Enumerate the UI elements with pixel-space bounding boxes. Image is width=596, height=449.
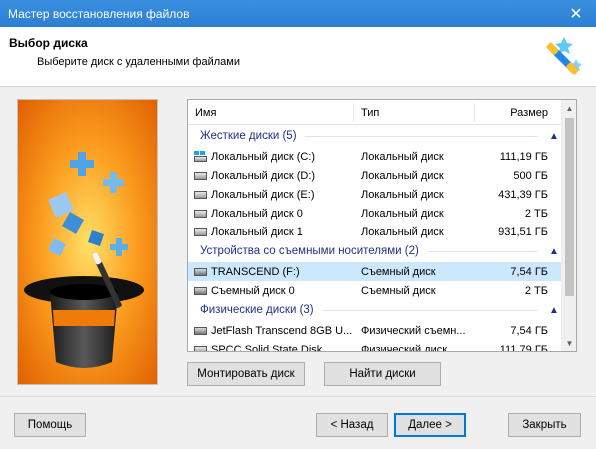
wizard-header: Выбор диска Выберите диск с удаленными ф… [0, 27, 596, 87]
disk-size: 7,54 ГБ [510, 265, 548, 278]
disk-name: Съемный диск 0 [211, 284, 295, 297]
group-label: Жесткие диски (5) [200, 130, 297, 142]
list-item-selected[interactable]: TRANSCEND (F:) Съемный диск 7,54 ГБ [188, 262, 562, 281]
column-name[interactable]: Имя [195, 100, 216, 125]
disk-size: 431,39 ГБ [498, 188, 548, 201]
disk-name: Локальный диск (C:) [211, 150, 316, 163]
list-item[interactable]: JetFlash Transcend 8GB U... Физический с… [188, 321, 562, 340]
disk-type: Локальный диск [361, 225, 444, 238]
disk-type: Локальный диск [361, 169, 444, 182]
back-button[interactable]: < Назад [316, 413, 388, 437]
group-divider [304, 135, 538, 137]
hard-drive-icon [194, 227, 207, 236]
list-item[interactable]: Локальный диск 1 Локальный диск 931,51 Г… [188, 222, 562, 241]
disk-size: 2 ТБ [524, 207, 548, 220]
list-item[interactable]: Локальный диск (D:) Локальный диск 500 Г… [188, 166, 562, 185]
scroll-down-icon[interactable]: ▼ [562, 335, 576, 351]
list-item[interactable]: Локальный диск (E:) Локальный диск 431,3… [188, 185, 562, 204]
disk-size: 111,19 ГБ [499, 150, 548, 163]
hard-drive-icon [194, 171, 207, 180]
chevron-up-icon[interactable]: ▲ [546, 131, 562, 142]
group-divider [321, 309, 538, 311]
list-item[interactable]: SPCC Solid State Disk Физический диск 11… [188, 340, 562, 352]
disk-name: Локальный диск (D:) [211, 169, 316, 182]
disk-size: 7,54 ГБ [510, 324, 548, 337]
column-separator [353, 103, 354, 122]
disk-type: Локальный диск [361, 207, 444, 220]
list-item[interactable]: Локальный диск 0 Локальный диск 2 ТБ [188, 204, 562, 223]
help-button[interactable]: Помощь [14, 413, 86, 437]
disk-type: Физический диск [361, 343, 448, 352]
disk-type: Локальный диск [361, 188, 444, 201]
disk-type: Съемный диск [361, 265, 436, 278]
hard-drive-icon [194, 209, 207, 218]
group-removable-devices[interactable]: Устройства со съемными носителями (2) ▲ [188, 241, 562, 261]
disk-list[interactable]: Имя Тип Размер Жесткие диски (5) ▲ Локал… [187, 99, 577, 352]
find-disks-button[interactable]: Найти диски [324, 362, 441, 386]
magic-wand-icon [546, 37, 582, 75]
disk-type: Физический съемн... [361, 324, 466, 337]
list-item[interactable]: Локальный диск (C:) Локальный диск 111,1… [188, 147, 562, 166]
window-title: Мастер восстановления файлов [8, 6, 190, 21]
scrollbar-thumb[interactable] [565, 118, 574, 296]
disk-size: 111,79 ГБ [499, 343, 548, 352]
hard-drive-icon [194, 190, 207, 199]
disk-size: 2 ТБ [524, 284, 548, 297]
close-button[interactable]: Закрыть [508, 413, 581, 437]
title-bar: Мастер восстановления файлов ✕ [0, 0, 596, 27]
disk-name: JetFlash Transcend 8GB U... [211, 324, 353, 337]
disk-type: Съемный диск [361, 284, 436, 297]
page-subtitle: Выберите диск с удаленными файлами [37, 56, 240, 68]
column-separator [474, 103, 475, 122]
disk-name: Локальный диск (E:) [211, 188, 315, 201]
chevron-up-icon[interactable]: ▲ [546, 246, 562, 257]
scroll-up-icon[interactable]: ▲ [562, 100, 576, 116]
disk-name: Локальный диск 1 [211, 225, 303, 238]
chevron-up-icon[interactable]: ▲ [546, 305, 562, 316]
usb-drive-icon [194, 267, 207, 276]
group-physical-disks[interactable]: Физические диски (3) ▲ [188, 300, 562, 320]
footer-divider [0, 396, 596, 397]
hard-drive-icon [194, 345, 207, 351]
windows-drive-icon [194, 150, 207, 163]
page-title: Выбор диска [9, 36, 88, 50]
column-size[interactable]: Размер [510, 100, 548, 125]
usb-drive-icon [194, 286, 207, 295]
mount-disk-button[interactable]: Монтировать диск [187, 362, 305, 386]
magic-hat-illustration [17, 99, 158, 385]
group-divider [426, 250, 538, 252]
group-hard-disks[interactable]: Жесткие диски (5) ▲ [188, 126, 562, 146]
column-type[interactable]: Тип [361, 100, 379, 125]
disk-name: Локальный диск 0 [211, 207, 303, 220]
disk-name: SPCC Solid State Disk [211, 343, 323, 352]
list-item[interactable]: Съемный диск 0 Съемный диск 2 ТБ [188, 281, 562, 300]
group-label: Устройства со съемными носителями (2) [200, 245, 419, 257]
disk-size: 500 ГБ [513, 169, 548, 182]
next-button[interactable]: Далее > [394, 413, 466, 437]
close-icon[interactable]: ✕ [556, 0, 596, 27]
vertical-scrollbar[interactable]: ▲ ▼ [561, 100, 576, 351]
usb-drive-icon [194, 326, 207, 335]
disk-type: Локальный диск [361, 150, 444, 163]
disk-name: TRANSCEND (F:) [211, 265, 300, 278]
group-label: Физические диски (3) [200, 304, 314, 316]
list-header: Имя Тип Размер [188, 100, 562, 125]
disk-size: 931,51 ГБ [498, 225, 548, 238]
